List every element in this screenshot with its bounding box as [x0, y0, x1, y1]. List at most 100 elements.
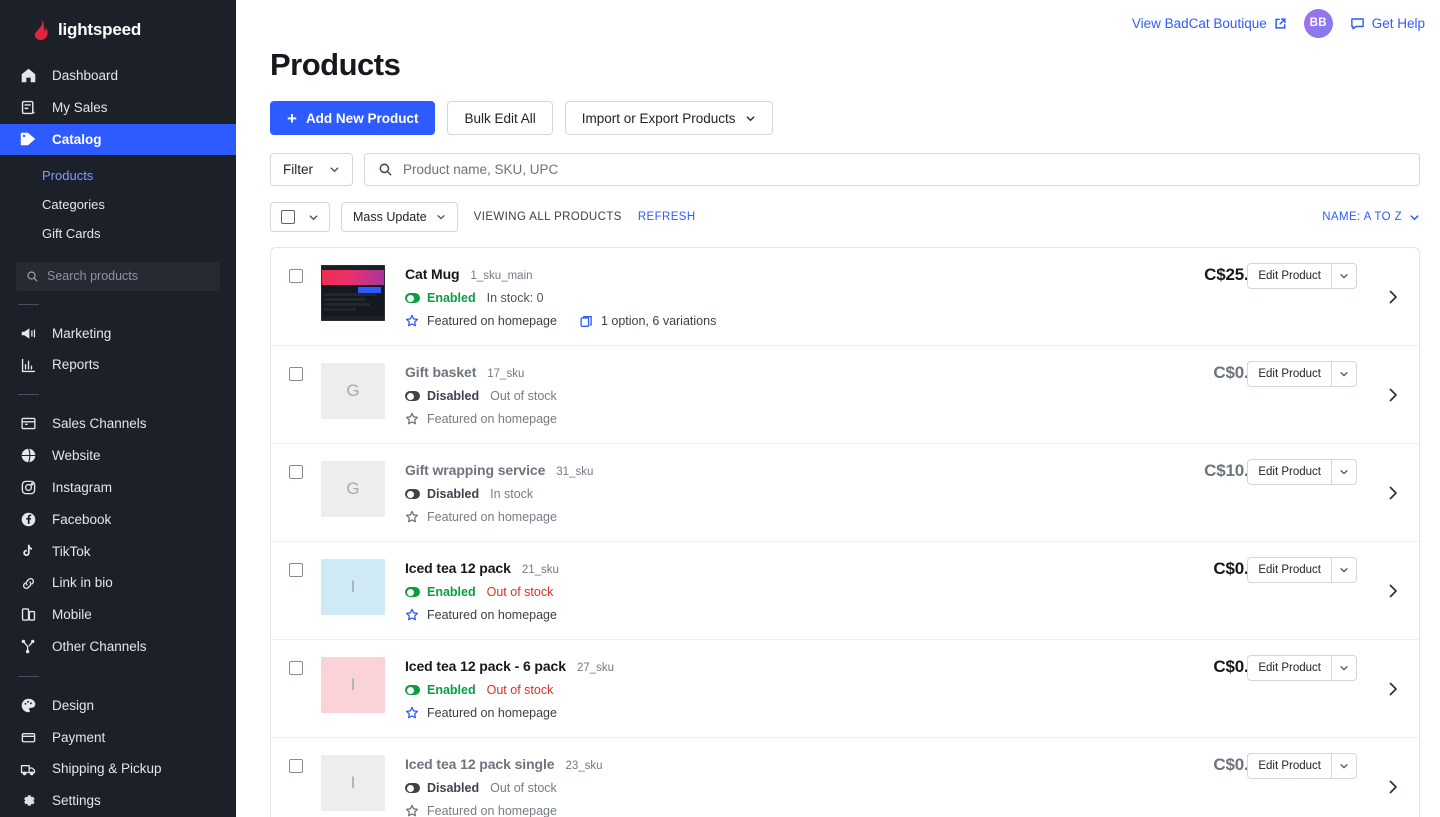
status-badge[interactable]: Disabled [405, 487, 479, 501]
product-thumbnail: I [321, 755, 385, 811]
sidebar-search[interactable] [16, 262, 220, 291]
row-checkbox[interactable] [289, 563, 303, 577]
featured-badge[interactable]: Featured on homepage [405, 510, 557, 524]
tag-icon [18, 129, 38, 149]
add-new-product-button[interactable]: + Add New Product [270, 101, 436, 135]
status-label: Enabled [427, 291, 476, 305]
get-help-link[interactable]: Get Help [1350, 16, 1425, 31]
edit-product-button[interactable]: Edit Product [1248, 656, 1331, 680]
filter-button[interactable]: Filter [270, 153, 353, 186]
row-expand-chevron[interactable] [1385, 289, 1401, 305]
featured-badge[interactable]: Featured on homepage [405, 608, 557, 622]
row-expand-chevron[interactable] [1385, 583, 1401, 599]
chat-bubble-icon [1350, 16, 1365, 31]
table-row[interactable]: Cat Mug 1_sku_main Enabled In stock: 0 F… [271, 248, 1419, 346]
edit-product-button[interactable]: Edit Product [1248, 264, 1331, 288]
edit-product-group[interactable]: Edit Product [1247, 361, 1357, 387]
sidebar-item-dashboard[interactable]: Dashboard [0, 60, 236, 92]
external-link-icon [1274, 17, 1287, 30]
row-expand-chevron[interactable] [1385, 485, 1401, 501]
sidebar-item-instagram[interactable]: Instagram [0, 472, 236, 504]
featured-badge[interactable]: Featured on homepage [405, 412, 557, 426]
sidebar-item-link-in-bio[interactable]: Link in bio [0, 567, 236, 599]
edit-product-group[interactable]: Edit Product [1247, 557, 1357, 583]
get-help-label: Get Help [1371, 15, 1425, 31]
edit-product-group[interactable]: Edit Product [1247, 753, 1357, 779]
status-badge[interactable]: Enabled [405, 683, 476, 697]
edit-product-group[interactable]: Edit Product [1247, 655, 1357, 681]
edit-product-button[interactable]: Edit Product [1248, 460, 1331, 484]
table-row[interactable]: I Iced tea 12 pack single 23_sku Disable… [271, 738, 1419, 817]
sidebar-item-facebook[interactable]: Facebook [0, 504, 236, 536]
sidebar-search-input[interactable] [47, 269, 210, 284]
sidebar-item-tiktok[interactable]: TikTok [0, 535, 236, 567]
sidebar-item-website[interactable]: Website [0, 440, 236, 472]
sidebar-item-shipping-pickup[interactable]: Shipping & Pickup [0, 753, 236, 785]
sidebar-item-sales-channels[interactable]: Sales Channels [0, 408, 236, 440]
sidebar-item-settings[interactable]: Settings [0, 785, 236, 817]
edit-product-caret[interactable] [1331, 656, 1356, 680]
sidebar-item-mobile[interactable]: Mobile [0, 599, 236, 631]
featured-label: Featured on homepage [427, 804, 557, 817]
edit-product-caret[interactable] [1331, 754, 1356, 778]
row-expand-chevron[interactable] [1385, 681, 1401, 697]
row-checkbox[interactable] [289, 367, 303, 381]
edit-product-button[interactable]: Edit Product [1248, 558, 1331, 582]
edit-product-caret[interactable] [1331, 264, 1356, 288]
row-checkbox[interactable] [289, 269, 303, 283]
sidebar-item-marketing[interactable]: Marketing [0, 317, 236, 349]
table-row[interactable]: G Gift wrapping service 31_sku Disabled … [271, 444, 1419, 542]
row-expand-chevron[interactable] [1385, 387, 1401, 403]
status-toggle-icon [405, 783, 420, 793]
chevron-down-icon [329, 164, 340, 175]
brand-logo[interactable]: lightspeed [0, 0, 236, 60]
edit-product-button[interactable]: Edit Product [1248, 754, 1331, 778]
status-badge[interactable]: Disabled [405, 389, 479, 403]
row-checkbox[interactable] [289, 661, 303, 675]
sidebar-item-categories[interactable]: Categories [0, 190, 236, 219]
megaphone-icon [18, 323, 38, 343]
edit-product-group[interactable]: Edit Product [1247, 459, 1357, 485]
featured-badge[interactable]: Featured on homepage [405, 706, 557, 720]
sidebar-item-reports[interactable]: Reports [0, 349, 236, 381]
sidebar-label: Sales Channels [52, 416, 147, 432]
sidebar-item-my-sales[interactable]: My Sales [0, 92, 236, 124]
row-expand-chevron[interactable] [1385, 779, 1401, 795]
sidebar-item-products[interactable]: Products [0, 161, 236, 190]
status-badge[interactable]: Enabled [405, 585, 476, 599]
featured-badge[interactable]: Featured on homepage [405, 804, 557, 817]
edit-product-caret[interactable] [1331, 362, 1356, 386]
edit-product-caret[interactable] [1331, 558, 1356, 582]
bulk-edit-all-button[interactable]: Bulk Edit All [447, 101, 553, 135]
sidebar-item-other-channels[interactable]: Other Channels [0, 631, 236, 663]
star-icon [405, 412, 419, 426]
select-all-checkbox[interactable] [281, 210, 295, 224]
edit-product-caret[interactable] [1331, 460, 1356, 484]
sidebar-item-payment[interactable]: Payment [0, 721, 236, 753]
edit-product-group[interactable]: Edit Product [1247, 263, 1357, 289]
sidebar-item-catalog[interactable]: Catalog [0, 123, 236, 156]
status-badge[interactable]: Enabled [405, 291, 476, 305]
import-export-products-button[interactable]: Import or Export Products [564, 101, 773, 135]
view-store-link[interactable]: View BadCat Boutique [1132, 16, 1287, 31]
sidebar-item-design[interactable]: Design [0, 690, 236, 722]
status-toggle-icon [405, 685, 420, 695]
search-box[interactable] [364, 153, 1420, 186]
featured-badge[interactable]: Featured on homepage [405, 314, 557, 328]
edit-product-button[interactable]: Edit Product [1248, 362, 1331, 386]
table-row[interactable]: G Gift basket 17_sku Disabled Out of sto… [271, 346, 1419, 444]
sidebar-item-gift-cards[interactable]: Gift Cards [0, 219, 236, 248]
variations-badge[interactable]: 1 option, 6 variations [580, 314, 716, 328]
select-all-dropdown[interactable] [270, 202, 330, 232]
mass-update-button[interactable]: Mass Update [341, 202, 458, 232]
row-checkbox[interactable] [289, 465, 303, 479]
bulk-edit-label: Bulk Edit All [464, 110, 536, 126]
refresh-link[interactable]: REFRESH [638, 211, 696, 223]
table-row[interactable]: I Iced tea 12 pack 21_sku Enabled Out of… [271, 542, 1419, 640]
search-input[interactable] [403, 162, 1406, 177]
status-badge[interactable]: Disabled [405, 781, 479, 795]
avatar[interactable]: BB [1303, 8, 1333, 38]
table-row[interactable]: I Iced tea 12 pack - 6 pack 27_sku Enabl… [271, 640, 1419, 738]
sort-dropdown[interactable]: NAME: A TO Z [1322, 211, 1420, 223]
row-checkbox[interactable] [289, 759, 303, 773]
